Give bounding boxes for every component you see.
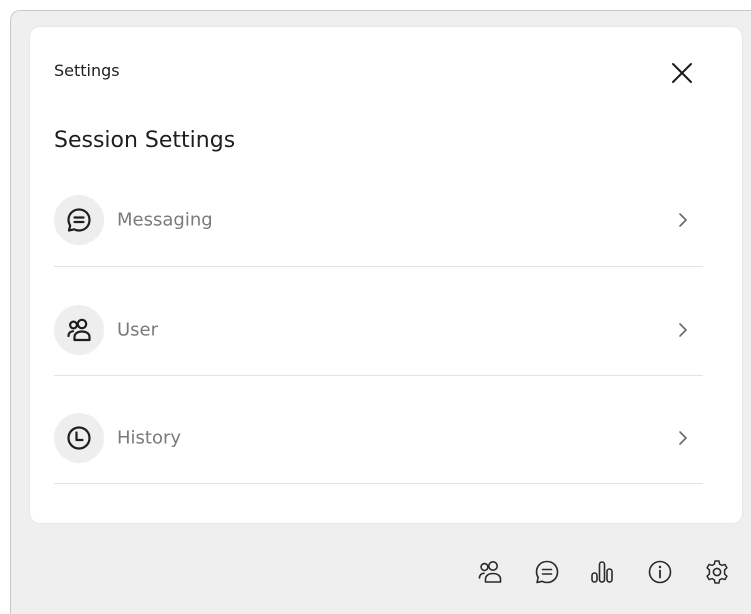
panel-title: Settings [54,61,120,80]
divider [54,375,703,376]
users-icon [67,318,91,342]
chat-bubble-icon [67,208,91,232]
divider [54,266,703,267]
section-title: Session Settings [54,128,236,153]
gear-icon [706,560,728,584]
divider [54,483,703,484]
chevron-right-icon [679,323,687,337]
bar-chart-icon [591,561,613,583]
settings-panel: Settings Session Settings Messaging User… [30,27,742,523]
clock-icon [67,426,91,450]
chat-bubble-icon [535,560,559,584]
chevron-right-icon [679,213,687,227]
settings-item-history[interactable]: History [54,406,703,470]
settings-item-messaging[interactable]: Messaging [54,188,703,252]
toolbar-users-button[interactable] [472,554,508,590]
info-icon [648,560,672,584]
close-icon [672,63,692,83]
settings-item-label: History [117,427,182,449]
settings-item-user[interactable]: User [54,298,703,362]
toolbar-chat-button[interactable] [529,554,565,590]
users-icon [478,561,502,583]
settings-item-label: Messaging [117,209,213,231]
chevron-right-icon [679,431,687,445]
toolbar-info-button[interactable] [642,554,678,590]
toolbar-stats-button[interactable] [584,554,620,590]
toolbar-settings-button[interactable] [699,554,735,590]
close-button[interactable] [666,57,698,89]
settings-item-label: User [117,319,159,341]
